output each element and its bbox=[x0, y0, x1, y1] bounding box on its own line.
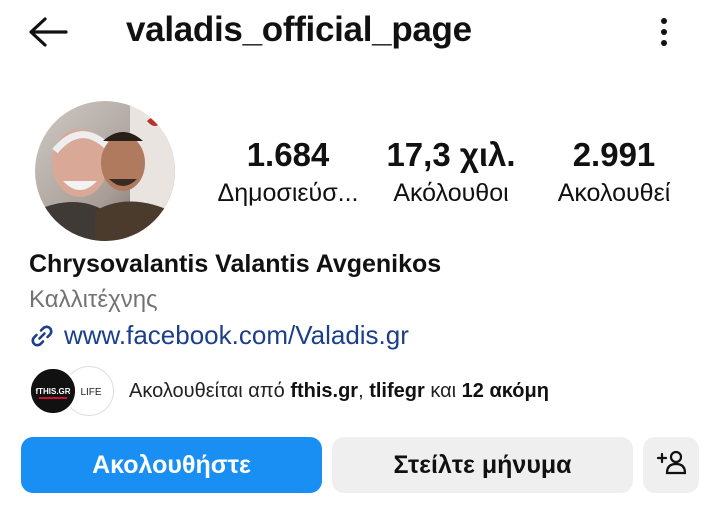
message-button[interactable]: Στείλτε μήνυμα bbox=[332, 437, 633, 493]
profile-full-name: Chrysovalantis Valantis Avgenikos bbox=[29, 250, 442, 278]
following-label: Ακολουθεί bbox=[557, 179, 671, 207]
mutual-separator: , bbox=[358, 379, 370, 402]
suggest-accounts-button[interactable] bbox=[643, 437, 699, 493]
stat-following[interactable]: 2.991 Ακολουθεί bbox=[543, 136, 685, 208]
more-vertical-icon[interactable] bbox=[650, 14, 678, 50]
profile-link[interactable]: www.facebook.com/Valadis.gr bbox=[28, 320, 409, 351]
mutual-avatar-fthis: fTHIS.GR bbox=[29, 367, 77, 415]
profile-link-text[interactable]: www.facebook.com/Valadis.gr bbox=[64, 320, 409, 351]
mutual-avatar-tlife-text: LIFE bbox=[80, 387, 101, 398]
posts-label: Δημοσιεύσ... bbox=[217, 179, 359, 207]
profile-category: Καλλιτέχνης bbox=[29, 286, 158, 313]
mutual-account-1: fthis.gr bbox=[290, 379, 359, 402]
mutual-others: 12 ακόμη bbox=[461, 379, 549, 402]
top-bar: valadis_official_page bbox=[0, 0, 720, 64]
add-person-icon bbox=[656, 449, 687, 482]
profile-username: valadis_official_page bbox=[126, 10, 472, 49]
mutual-followers[interactable]: fTHIS.GR LIFE Ακολουθείται από fthis.gr,… bbox=[29, 367, 549, 415]
followers-count: 17,3 χιλ. bbox=[386, 136, 516, 173]
stat-posts[interactable]: 1.684 Δημοσιεύσ... bbox=[212, 136, 364, 208]
follow-button[interactable]: Ακολουθήστε bbox=[21, 437, 322, 493]
mutual-followers-text: Ακολουθείται από fthis.gr, tlifegr και 1… bbox=[129, 380, 549, 403]
back-arrow-icon[interactable] bbox=[26, 14, 70, 50]
stat-followers[interactable]: 17,3 χιλ. Ακόλουθοι bbox=[380, 136, 522, 208]
following-count: 2.991 bbox=[572, 136, 656, 173]
mutual-and: και bbox=[424, 379, 462, 402]
followers-label: Ακόλουθοι bbox=[393, 179, 509, 207]
mutual-avatar-fthis-text: fTHIS.GR bbox=[35, 387, 70, 396]
profile-avatar[interactable] bbox=[35, 101, 175, 241]
posts-count: 1.684 bbox=[246, 136, 330, 173]
mutual-account-2: tlifegr bbox=[369, 379, 425, 402]
mutual-prefix: Ακολουθείται από bbox=[129, 379, 291, 402]
link-icon bbox=[28, 322, 56, 350]
